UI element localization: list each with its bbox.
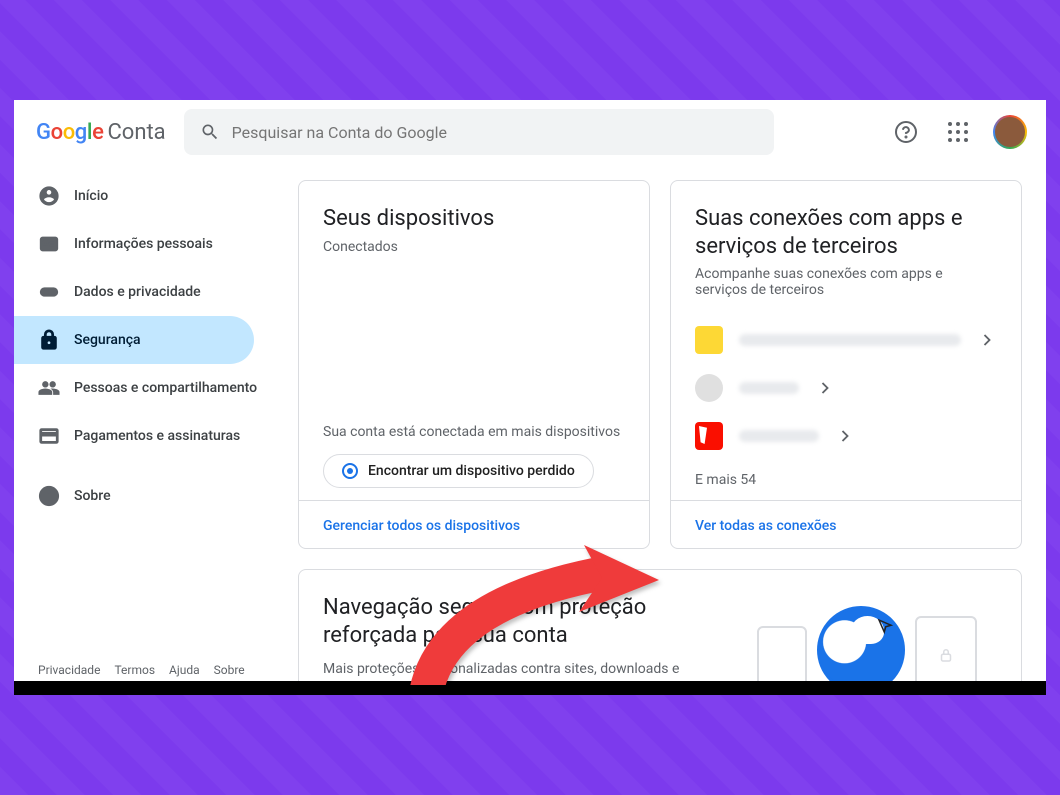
logo[interactable]: Google Conta bbox=[30, 120, 172, 145]
apps-button[interactable] bbox=[938, 112, 978, 152]
google-logo: Google bbox=[36, 120, 103, 145]
id-card-icon bbox=[38, 233, 60, 255]
connection-item[interactable] bbox=[695, 316, 997, 364]
chevron-right-icon bbox=[835, 426, 855, 446]
devices-connected-text: Sua conta está conectada em mais disposi… bbox=[323, 424, 625, 440]
app-name-redacted bbox=[739, 334, 961, 346]
manage-devices-link[interactable]: Gerenciar todos os dispositivos bbox=[323, 518, 520, 534]
devices-card: Seus dispositivos Conectados Sua conta e… bbox=[298, 180, 650, 549]
safe-browsing-illustration bbox=[737, 594, 997, 685]
sidebar-item-about[interactable]: Sobre bbox=[14, 472, 254, 520]
tablet-icon bbox=[915, 616, 977, 685]
sidebar: Início Informações pessoais Dados e priv… bbox=[14, 164, 274, 685]
devices-title: Seus dispositivos bbox=[323, 205, 625, 233]
connections-card: Suas conexões com apps e serviços de ter… bbox=[670, 180, 1022, 549]
sidebar-item-payments[interactable]: Pagamentos e assinaturas bbox=[14, 412, 254, 460]
avatar-ring bbox=[993, 115, 1027, 149]
app-window: Google Conta Início Informações pessoais bbox=[14, 100, 1046, 685]
connection-item[interactable] bbox=[695, 364, 997, 412]
app-icon bbox=[695, 326, 723, 354]
sidebar-item-label: Início bbox=[74, 188, 108, 204]
sidebar-item-label: Informações pessoais bbox=[74, 236, 213, 252]
sidebar-item-label: Segurança bbox=[74, 332, 141, 348]
connections-title: Suas conexões com apps e serviços de ter… bbox=[695, 205, 997, 260]
search-bar[interactable] bbox=[184, 109, 774, 155]
account-avatar-button[interactable] bbox=[990, 112, 1030, 152]
connection-item[interactable] bbox=[695, 412, 997, 460]
app-icon bbox=[695, 374, 723, 402]
sidebar-item-label: Dados e privacidade bbox=[74, 284, 201, 300]
bottom-black-bar bbox=[14, 681, 1046, 695]
connections-more: E mais 54 bbox=[695, 472, 997, 488]
header: Google Conta bbox=[14, 100, 1046, 164]
sidebar-item-people-sharing[interactable]: Pessoas e compartilhamento bbox=[14, 364, 254, 412]
toggle-icon bbox=[38, 281, 60, 303]
connections-list bbox=[695, 316, 997, 460]
footer-about[interactable]: Sobre bbox=[214, 663, 245, 677]
footer-terms[interactable]: Termos bbox=[114, 663, 155, 677]
find-device-label: Encontrar um dispositivo perdido bbox=[368, 463, 575, 479]
sidebar-item-data-privacy[interactable]: Dados e privacidade bbox=[14, 268, 254, 316]
app-name-redacted bbox=[739, 430, 819, 442]
cursor-icon bbox=[876, 617, 894, 635]
sidebar-item-label: Pessoas e compartilhamento bbox=[74, 380, 257, 396]
devices-card-footer: Gerenciar todos os dispositivos bbox=[299, 500, 649, 548]
footer-privacy[interactable]: Privacidade bbox=[38, 663, 100, 677]
phone-icon bbox=[757, 626, 807, 685]
info-icon bbox=[38, 485, 60, 507]
logo-account-text: Conta bbox=[107, 120, 165, 145]
safe-browsing-title: Navegação segura com proteção reforçada … bbox=[323, 594, 707, 649]
connections-subtitle: Acompanhe suas conexões com apps e servi… bbox=[695, 266, 997, 298]
sidebar-item-home[interactable]: Início bbox=[14, 172, 254, 220]
see-all-connections-link[interactable]: Ver todas as conexões bbox=[695, 518, 837, 534]
app-icon bbox=[695, 422, 723, 450]
find-device-button[interactable]: Encontrar um dispositivo perdido bbox=[323, 454, 594, 488]
devices-subtitle: Conectados bbox=[323, 239, 625, 255]
avatar-image bbox=[995, 117, 1025, 147]
card-icon bbox=[38, 425, 60, 447]
sidebar-item-security[interactable]: Segurança bbox=[14, 316, 254, 364]
people-icon bbox=[38, 377, 60, 399]
target-icon bbox=[342, 463, 358, 479]
globe-icon bbox=[817, 606, 905, 685]
apps-grid-icon bbox=[948, 122, 968, 142]
chevron-right-icon bbox=[815, 378, 835, 398]
sidebar-item-personal-info[interactable]: Informações pessoais bbox=[14, 220, 254, 268]
connections-card-footer: Ver todas as conexões bbox=[671, 500, 1021, 548]
account-circle-icon bbox=[38, 185, 60, 207]
main-content: Seus dispositivos Conectados Sua conta e… bbox=[274, 164, 1046, 685]
page-body: Início Informações pessoais Dados e priv… bbox=[14, 164, 1046, 685]
sidebar-item-label: Sobre bbox=[74, 488, 111, 504]
search-input[interactable] bbox=[232, 123, 758, 142]
chevron-right-icon bbox=[977, 330, 997, 350]
safe-browsing-card: Navegação segura com proteção reforçada … bbox=[298, 569, 1022, 685]
help-button[interactable] bbox=[886, 112, 926, 152]
sidebar-item-label: Pagamentos e assinaturas bbox=[74, 428, 240, 444]
app-name-redacted bbox=[739, 382, 799, 394]
help-icon bbox=[894, 120, 918, 144]
footer-help[interactable]: Ajuda bbox=[169, 663, 200, 677]
lock-small-icon bbox=[937, 646, 955, 664]
lock-icon bbox=[38, 329, 60, 351]
search-icon bbox=[200, 122, 220, 142]
